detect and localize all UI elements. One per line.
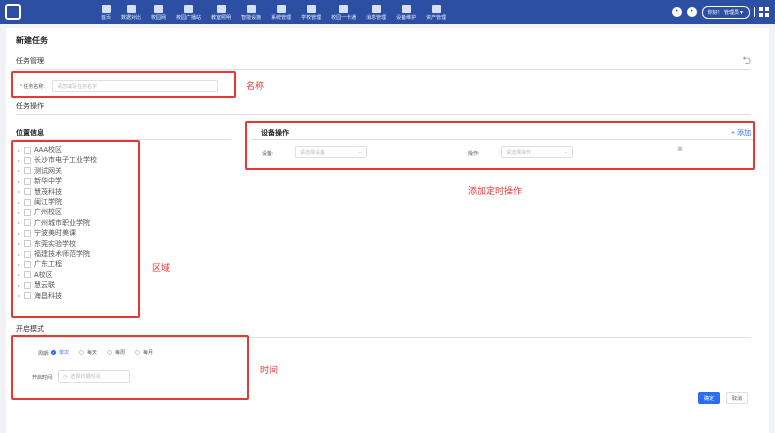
divider [16, 69, 751, 70]
section-task-management: 任务管理 [16, 58, 44, 65]
nav-item-lighting[interactable]: 教室照明 [206, 0, 236, 24]
page-title: 新建任务 [16, 36, 48, 45]
section-task-operation: 任务操作 [16, 103, 44, 110]
section-open-mode: 开启模式 [16, 326, 44, 333]
topbar-actions: • • 你好！ 管理员▼ [671, 0, 775, 24]
home-icon [101, 5, 111, 13]
school-icon [306, 5, 316, 13]
annotation-name: 名称 [246, 81, 265, 91]
nav-item-messages[interactable]: 消息管理 [361, 0, 391, 24]
device-icon [246, 5, 256, 13]
annotation-area: 区域 [152, 263, 171, 273]
app-grid-icon[interactable] [759, 7, 769, 17]
annotation-box-name [11, 71, 236, 98]
divider [16, 114, 751, 115]
cancel-button[interactable]: 取消 [726, 392, 748, 404]
chat-icon[interactable]: • [671, 7, 682, 17]
nav-item-system[interactable]: 系统管理 [266, 0, 296, 24]
location-title: 位置信息 [16, 130, 44, 137]
annotation-box-area [11, 140, 140, 318]
nav-item-facilities[interactable]: 智能设施 [236, 0, 266, 24]
chart-icon [126, 5, 136, 13]
logo-icon [5, 4, 21, 20]
confirm-button[interactable]: 确定 [698, 392, 720, 404]
annotation-box-time [11, 335, 249, 400]
nav-item-network[interactable]: 校园网 [146, 0, 171, 24]
annotation-timed-op: 添加定时操作 [468, 186, 523, 196]
light-icon [216, 5, 226, 13]
wrench-icon [401, 5, 411, 13]
divider [754, 7, 755, 17]
user-menu[interactable]: 你好！ 管理员▼ [701, 5, 750, 19]
annotation-box-timed-op [245, 121, 755, 170]
gear-icon [276, 5, 286, 13]
card-icon [339, 5, 349, 13]
nav-item-maintenance[interactable]: 设备维护 [391, 0, 421, 24]
main-nav: 首页 数据对比 校园网 校园广播站 教室照明 智能设施 系统管理 学校管理 校园… [96, 0, 451, 24]
nav-item-card[interactable]: 校园一卡通 [326, 0, 361, 24]
network-icon [154, 5, 164, 13]
nav-item-home[interactable]: 首页 [96, 0, 116, 24]
message-icon [371, 5, 381, 13]
notification-icon[interactable]: • [686, 7, 697, 17]
nav-item-school[interactable]: 学校管理 [296, 0, 326, 24]
asset-icon [431, 5, 441, 13]
app-logo[interactable] [0, 0, 26, 24]
top-navbar: 首页 数据对比 校园网 校园广播站 教室照明 智能设施 系统管理 学校管理 校园… [0, 0, 775, 24]
nav-item-broadcast[interactable]: 校园广播站 [171, 0, 206, 24]
broadcast-icon [184, 5, 194, 13]
nav-item-data[interactable]: 数据对比 [116, 0, 146, 24]
nav-item-assets[interactable]: 资产管理 [421, 0, 451, 24]
annotation-time: 时间 [260, 365, 279, 375]
